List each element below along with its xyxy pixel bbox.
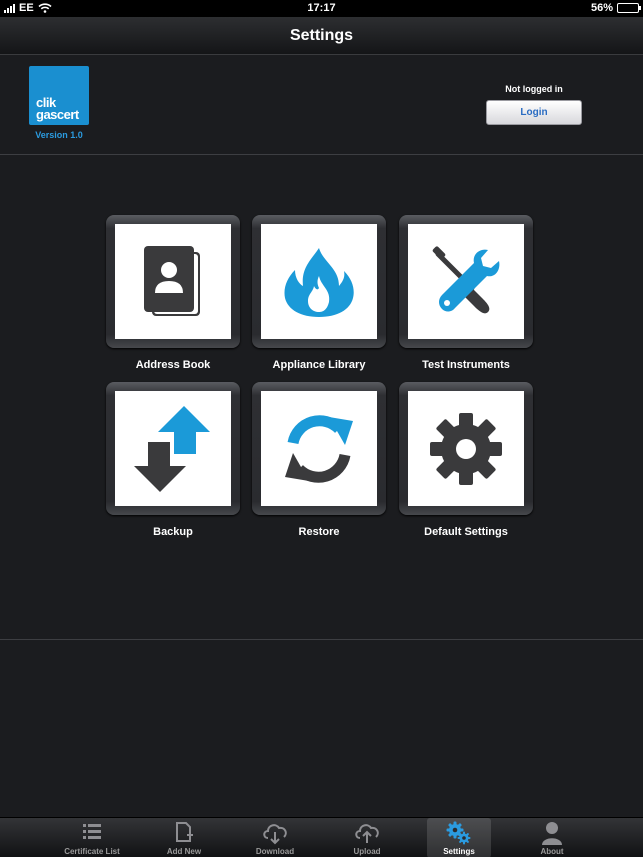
tile-icon-area <box>115 391 231 506</box>
tab-label: Upload <box>353 847 381 856</box>
refresh-icon <box>285 414 353 483</box>
tab-label: Download <box>255 847 295 856</box>
tab-add-new[interactable]: Add New <box>144 818 224 857</box>
login-button[interactable]: Login <box>486 100 582 125</box>
page-title: Settings <box>289 27 354 44</box>
tab-download[interactable]: Download <box>235 818 315 857</box>
new-document-icon <box>176 822 193 842</box>
tile-icon-area <box>408 224 524 339</box>
tile-icon-area <box>408 391 524 506</box>
divider-bottom <box>0 639 643 640</box>
tile-label: Test Instruments <box>422 359 510 371</box>
address-book-icon <box>144 245 200 316</box>
tab-certificate-list[interactable]: Certificate List <box>52 818 132 857</box>
tab-label: About <box>540 847 564 856</box>
divider-top <box>0 154 643 155</box>
login-status: Not logged in <box>505 84 563 94</box>
battery-icon <box>617 3 641 13</box>
backup-arrows-icon <box>134 405 210 492</box>
flame-icon <box>284 247 354 317</box>
tab-bar: Certificate List Add New Download Upload <box>0 817 643 857</box>
tile-icon-area <box>115 224 231 339</box>
tab-icon-wrap <box>327 821 407 845</box>
gear-icon <box>430 412 502 485</box>
tab-upload[interactable]: Upload <box>327 818 407 857</box>
tab-icon-wrap <box>235 821 315 845</box>
tab-label: Certificate List <box>64 847 120 856</box>
battery-status: 56% <box>590 2 641 14</box>
tab-icon-wrap <box>512 821 592 845</box>
cloud-upload-icon <box>355 824 379 843</box>
tile-frame <box>399 382 533 515</box>
list-icon <box>83 824 101 839</box>
status-bar: EE 17:17 56% <box>0 0 643 17</box>
tab-icon-wrap <box>427 821 491 845</box>
tab-settings[interactable]: Settings <box>427 818 491 857</box>
clock: 17:17 <box>307 2 336 14</box>
navigation-bar: Settings <box>0 17 643 55</box>
cloud-download-icon <box>263 824 287 845</box>
person-icon <box>542 822 562 845</box>
tab-label: Settings <box>443 847 475 856</box>
logo-text-line2: gascert <box>36 107 79 122</box>
tile-frame <box>106 215 240 348</box>
tile-frame <box>399 215 533 348</box>
tab-about[interactable]: About <box>512 818 592 857</box>
tab-label: Add New <box>166 847 202 856</box>
tile-frame <box>252 215 386 348</box>
gears-icon <box>446 821 471 845</box>
tools-icon <box>432 245 500 313</box>
tile-frame <box>106 382 240 515</box>
tab-icon-wrap <box>144 821 224 845</box>
version-label: Version 1.0 <box>35 130 83 140</box>
app-logo: clik gascert <box>29 66 89 125</box>
battery-percent: 56% <box>590 2 613 14</box>
tab-icon-wrap <box>52 821 132 845</box>
tile-icon-area <box>261 224 377 339</box>
tile-label: Default Settings <box>424 526 508 538</box>
tile-icon-area <box>261 391 377 506</box>
tile-frame <box>252 382 386 515</box>
